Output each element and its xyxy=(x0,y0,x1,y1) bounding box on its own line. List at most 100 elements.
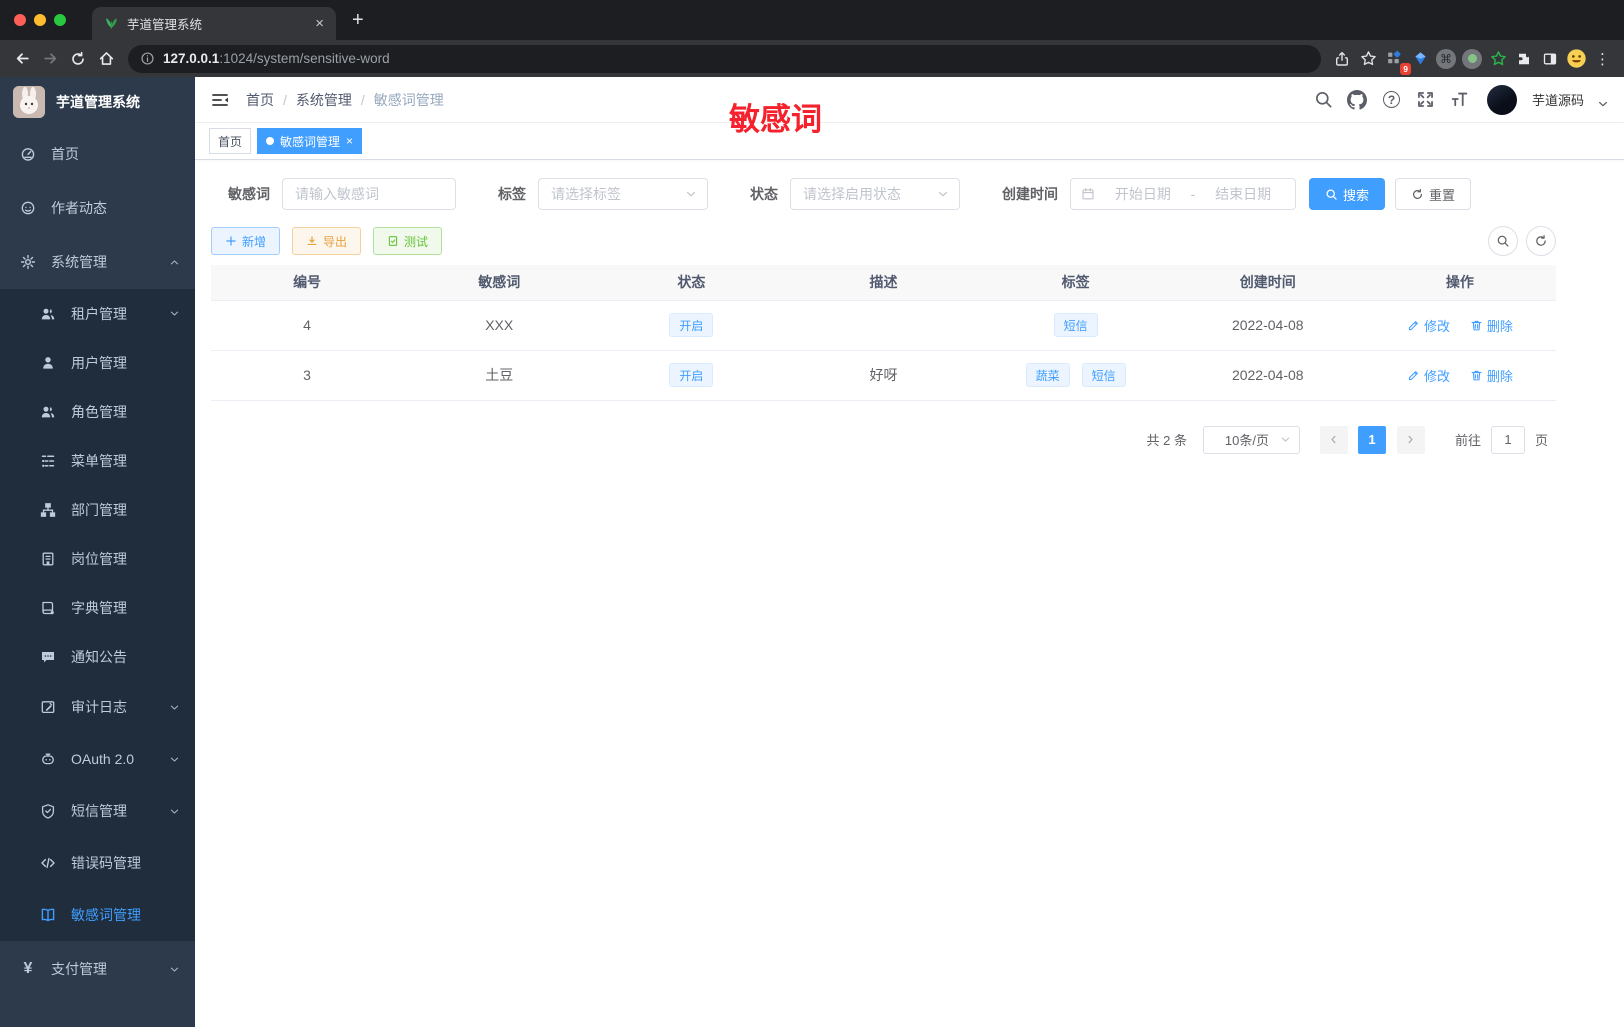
edit-link[interactable]: 修改 xyxy=(1407,316,1450,335)
audit-edit-icon xyxy=(41,701,55,714)
page-number-button[interactable]: 1 xyxy=(1357,425,1386,454)
share-icon[interactable] xyxy=(1329,46,1355,72)
github-icon[interactable] xyxy=(1347,89,1368,110)
page-unit-label: 页 xyxy=(1534,433,1548,448)
code-icon xyxy=(41,857,55,869)
date-range-picker[interactable]: 开始日期 - 结束日期 xyxy=(1070,178,1296,210)
header-search-icon[interactable] xyxy=(1313,89,1334,110)
sidebar-item-role[interactable]: 角色管理 xyxy=(0,387,195,436)
sidebar-item-sms[interactable]: 短信管理 xyxy=(0,785,195,837)
next-page-button[interactable] xyxy=(1396,425,1425,454)
keyword-input[interactable] xyxy=(282,178,456,210)
app-title: 芋道管理系统 xyxy=(56,94,140,110)
username[interactable]: 芋道源码 xyxy=(1532,90,1584,109)
cell-description: 好呀 xyxy=(787,350,980,401)
tag-sensitive-word[interactable]: 敏感词管理 × xyxy=(257,128,363,154)
user-avatar[interactable] xyxy=(1486,84,1517,115)
tag-select[interactable]: 请选择标签 xyxy=(538,178,708,210)
sidebar-item-dict[interactable]: 字典管理 xyxy=(0,583,195,632)
extensions-puzzle-icon[interactable] xyxy=(1511,46,1537,72)
edit-pencil-icon xyxy=(1408,370,1418,380)
tag-badge: 蔬菜 xyxy=(1025,363,1070,387)
reload-icon[interactable] xyxy=(64,45,92,73)
sidebar-item-menu[interactable]: 菜单管理 xyxy=(0,436,195,485)
sidebar-item-dept[interactable]: 部门管理 xyxy=(0,485,195,534)
extension-gem-icon[interactable] xyxy=(1407,46,1433,72)
browser-menu-icon[interactable]: ⋮ xyxy=(1589,50,1616,68)
delete-link[interactable]: 删除 xyxy=(1470,366,1513,385)
extension-record-icon[interactable] xyxy=(1459,46,1485,72)
menu-fold-icon[interactable] xyxy=(210,90,230,110)
sidebar-logo[interactable]: 芋道管理系统 xyxy=(0,77,195,127)
maximize-window-button[interactable] xyxy=(54,14,66,26)
bookmark-star-icon[interactable] xyxy=(1355,46,1381,72)
extension-star-icon[interactable] xyxy=(1485,46,1511,72)
show-search-button[interactable] xyxy=(1488,226,1518,256)
goto-page-input[interactable] xyxy=(1490,425,1525,454)
user-icon xyxy=(43,356,53,369)
extension-command-icon[interactable]: ⌘ xyxy=(1433,46,1459,72)
prev-page-button[interactable] xyxy=(1319,425,1348,454)
breadcrumb-system[interactable]: 系统管理 xyxy=(296,90,352,110)
favicon-leaf-icon xyxy=(106,18,117,29)
sidebar-item-home[interactable]: 首页 xyxy=(0,127,195,181)
browser-tabstrip: 芋道管理系统 × + xyxy=(0,0,1624,40)
tab-title: 芋道管理系统 xyxy=(127,18,203,32)
sidebar-item-error-code[interactable]: 错误码管理 xyxy=(0,837,195,889)
sidebar-item-oauth[interactable]: OAuth 2.0 xyxy=(0,733,195,785)
browser-tab[interactable]: 芋道管理系统 × xyxy=(92,7,336,40)
delete-link[interactable]: 删除 xyxy=(1470,316,1513,335)
reset-button[interactable]: 重置 xyxy=(1395,178,1472,210)
sidebar-item-audit-log[interactable]: 审计日志 xyxy=(0,681,195,733)
url-text: 127.0.0.1:1024/system/sensitive-word xyxy=(163,51,390,66)
side-panel-icon[interactable] xyxy=(1537,46,1563,72)
fullscreen-icon[interactable] xyxy=(1415,89,1436,110)
edit-link[interactable]: 修改 xyxy=(1407,366,1450,385)
chevron-down-icon xyxy=(170,705,179,710)
sidebar-item-sensitive-word[interactable]: 敏感词管理 xyxy=(0,889,195,941)
tag-close-icon[interactable]: × xyxy=(346,135,353,147)
sidebar-item-user[interactable]: 用户管理 xyxy=(0,338,195,387)
pagination-total: 共 2 条 xyxy=(1146,433,1187,448)
col-created: 创建时间 xyxy=(1171,265,1364,301)
font-size-icon[interactable] xyxy=(1449,89,1470,110)
sidebar-item-label: OAuth 2.0 xyxy=(71,751,135,767)
chevron-down-icon xyxy=(170,757,179,762)
back-icon[interactable] xyxy=(8,45,36,73)
chevron-right-icon xyxy=(1408,435,1414,444)
sidebar-item-label: 系统管理 xyxy=(51,254,107,270)
breadcrumb-separator: / xyxy=(360,91,365,108)
post-badge-icon xyxy=(42,552,54,565)
traffic-lights xyxy=(0,14,76,26)
forward-icon[interactable] xyxy=(36,45,64,73)
sidebar-item-label: 首页 xyxy=(51,146,79,162)
new-tab-button[interactable]: + xyxy=(352,10,364,30)
tab-close-icon[interactable]: × xyxy=(315,15,324,32)
cell-actions: 修改 删除 xyxy=(1363,350,1556,401)
profile-avatar-emoji[interactable] xyxy=(1563,46,1589,72)
search-button[interactable]: 搜索 xyxy=(1309,178,1386,210)
breadcrumb-home[interactable]: 首页 xyxy=(246,90,274,110)
help-icon[interactable]: ? xyxy=(1381,89,1402,110)
sidebar-item-author-news[interactable]: 作者动态 xyxy=(0,181,195,235)
site-info-icon[interactable] xyxy=(140,51,155,66)
minimize-window-button[interactable] xyxy=(34,14,46,26)
sidebar-item-notice[interactable]: 通知公告 xyxy=(0,632,195,681)
export-button[interactable]: 导出 xyxy=(292,227,362,255)
test-button[interactable]: 测试 xyxy=(373,227,443,255)
sidebar-item-tenant[interactable]: 租户管理 xyxy=(0,289,195,338)
col-word: 敏感词 xyxy=(403,265,596,301)
page-size-select[interactable]: 10条/页 xyxy=(1202,425,1300,454)
status-select[interactable]: 请选择启用状态 xyxy=(790,178,960,210)
url-bar[interactable]: 127.0.0.1:1024/system/sensitive-word xyxy=(128,44,1321,73)
extension-grid-icon[interactable]: 9 xyxy=(1381,46,1411,75)
refresh-table-button[interactable] xyxy=(1526,226,1556,256)
home-icon[interactable] xyxy=(92,45,120,73)
close-window-button[interactable] xyxy=(14,14,26,26)
sidebar-item-post[interactable]: 岗位管理 xyxy=(0,534,195,583)
sidebar-item-label: 角色管理 xyxy=(71,403,127,420)
sidebar-item-system[interactable]: 系统管理 xyxy=(0,235,195,289)
sidebar-item-pay[interactable]: ¥ 支付管理 xyxy=(0,941,195,997)
tag-home[interactable]: 首页 xyxy=(209,128,252,154)
add-button[interactable]: 新增 xyxy=(211,227,281,255)
